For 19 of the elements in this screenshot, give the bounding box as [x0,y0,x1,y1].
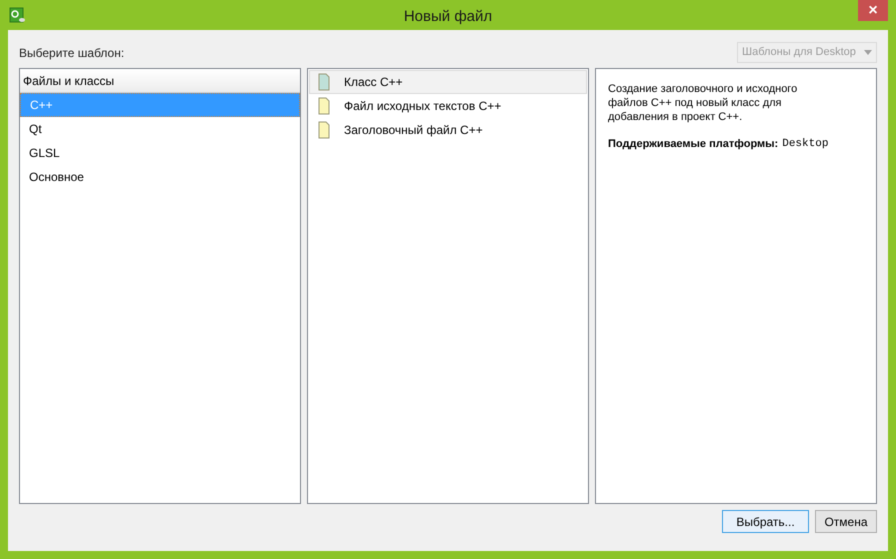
app-logo-icon [9,7,25,23]
document-icon [318,73,330,91]
template-item[interactable]: Класс C++ [309,70,587,94]
close-button[interactable]: × [858,0,888,21]
prompt-label: Выберите шаблон: [19,44,124,62]
template-item[interactable]: Файл исходных текстов C++ [309,94,587,118]
caret-icon [864,50,872,55]
category-item[interactable]: Qt [20,117,300,141]
category-item[interactable]: Основное [20,165,300,189]
document-icon [318,121,330,139]
platforms-label: Поддерживаемые платформы: [608,137,778,152]
category-item[interactable]: GLSL [20,141,300,165]
dialog-button[interactable]: Выбрать... [722,510,809,533]
dialog-button[interactable]: Отмена [815,510,877,533]
description-text: Создание заголовочного и исходного файлов C++ под новый класс для добавления в проект C++. [608,82,798,124]
document-icon [318,97,330,115]
platforms-value: Desktop [782,137,828,152]
template-item[interactable]: Заголовочный файл C++ [309,118,587,142]
window-title: Новый файл [404,7,492,27]
